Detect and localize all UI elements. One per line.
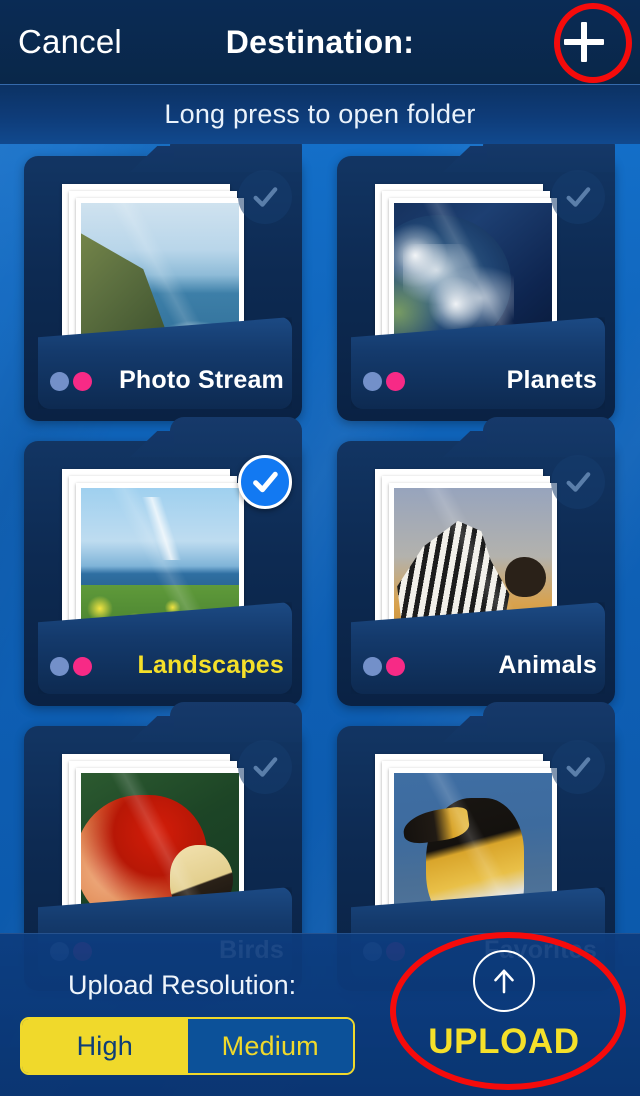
arrow-up-icon (473, 950, 535, 1012)
folder-tab (170, 702, 302, 742)
folder-tab (483, 417, 615, 457)
folder-label: Animals (498, 651, 597, 679)
check-icon[interactable] (551, 455, 605, 509)
folder-card[interactable]: Planets (337, 132, 615, 421)
folder-tab (483, 702, 615, 742)
folder-tab (170, 417, 302, 457)
check-icon[interactable] (551, 740, 605, 794)
folder-label: Landscapes (137, 651, 284, 679)
dot-blue-icon (50, 372, 69, 391)
plus-icon (564, 22, 604, 62)
dot-blue-icon (50, 657, 69, 676)
folder-card[interactable]: Photo Stream (24, 132, 302, 421)
dot-pink-icon (73, 372, 92, 391)
folder-dots (363, 372, 405, 391)
resolution-option-medium[interactable]: Medium (187, 1019, 353, 1073)
dot-pink-icon (73, 657, 92, 676)
check-icon[interactable] (238, 170, 292, 224)
hint-bar: Long press to open folder (0, 84, 640, 144)
check-icon[interactable] (551, 170, 605, 224)
folder-card-selected[interactable]: Landscapes (24, 417, 302, 706)
navigation-bar: Cancel Destination: (0, 0, 640, 84)
folder-label: Planets (506, 366, 597, 394)
hint-text: Long press to open folder (164, 99, 476, 129)
upload-resolution-label: Upload Resolution: (68, 970, 297, 1000)
resolution-option-high[interactable]: High (22, 1019, 188, 1073)
check-icon[interactable] (238, 740, 292, 794)
dot-pink-icon (386, 372, 405, 391)
folder-label: Photo Stream (119, 366, 284, 394)
bottom-toolbar: Upload Resolution: High Medium UPLOAD (0, 933, 640, 1096)
folder-dots (50, 657, 92, 676)
folder-dots (50, 372, 92, 391)
app-screen: Cancel Destination: Long press to open f… (0, 0, 640, 1096)
upload-button-label: UPLOAD (428, 1022, 580, 1061)
dot-pink-icon (386, 657, 405, 676)
page-title: Destination: (225, 23, 415, 60)
upload-button[interactable]: UPLOAD (400, 944, 608, 1089)
dot-blue-icon (363, 657, 382, 676)
folder-card[interactable]: Animals (337, 417, 615, 706)
resolution-segmented-control[interactable]: High Medium (20, 1017, 355, 1075)
dot-blue-icon (363, 372, 382, 391)
folder-dots (363, 657, 405, 676)
check-icon-selected[interactable] (238, 455, 292, 509)
add-folder-button[interactable] (555, 13, 613, 71)
